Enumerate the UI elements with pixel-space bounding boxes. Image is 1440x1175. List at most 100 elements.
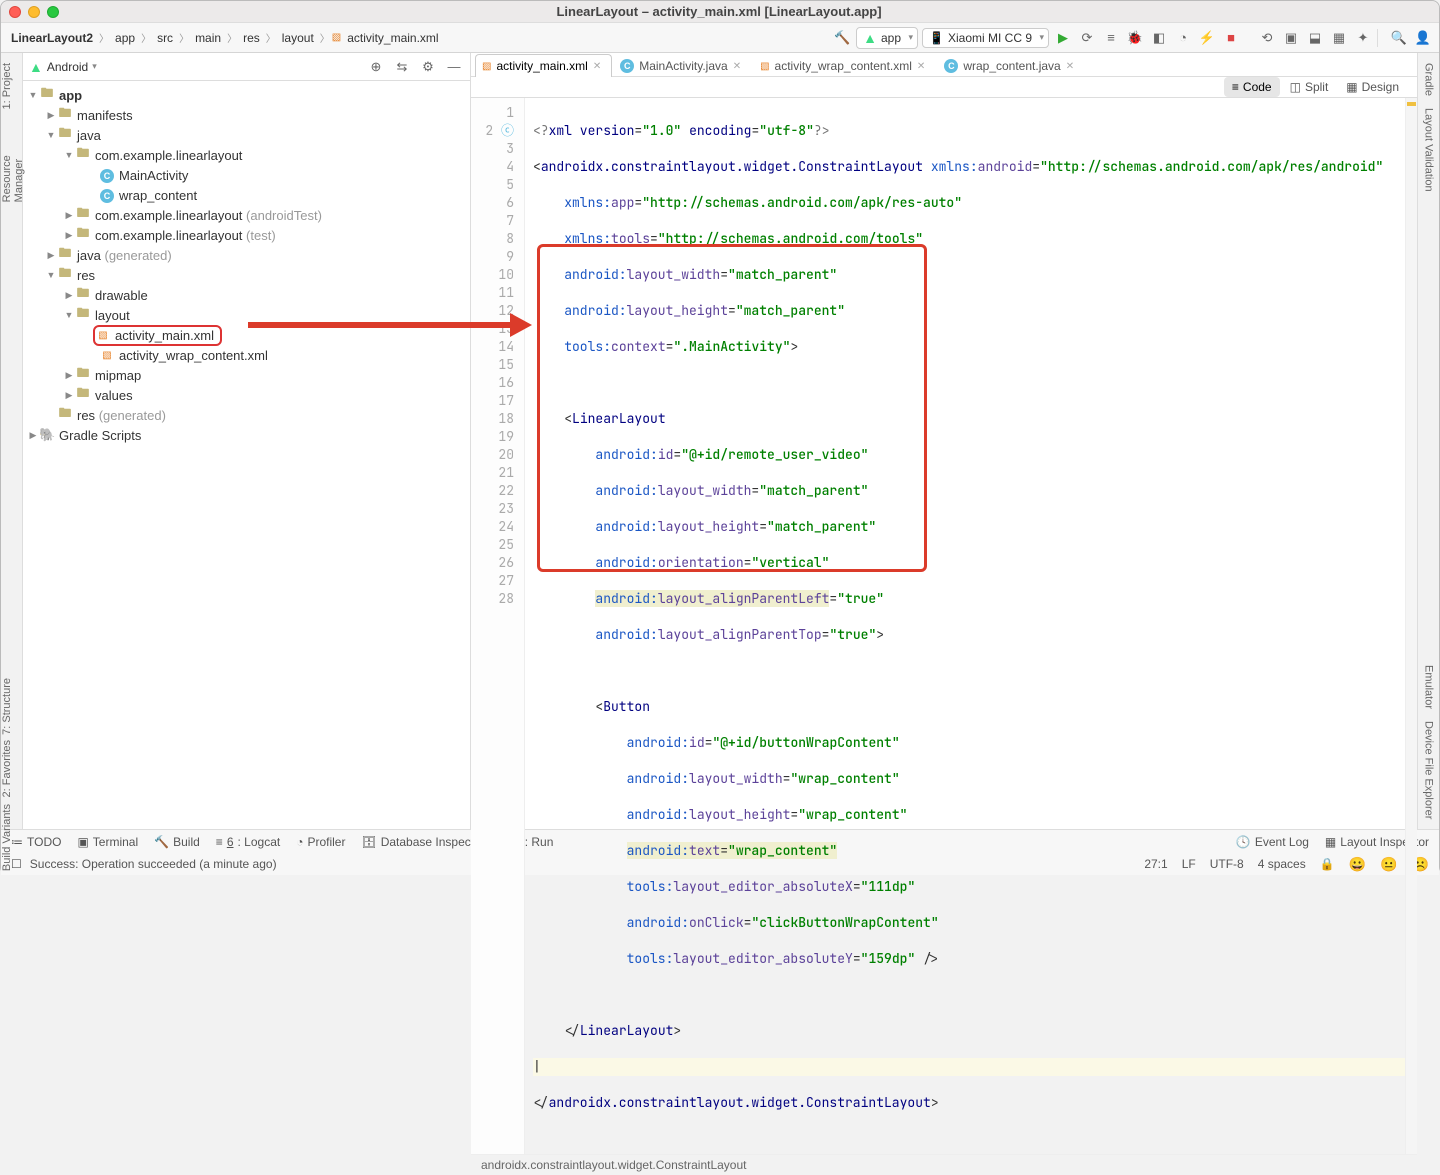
node-gradle-scripts[interactable]: Gradle Scripts bbox=[59, 428, 141, 443]
close-window-button[interactable] bbox=[9, 6, 21, 18]
profiler-icon[interactable]: ◔ bbox=[1173, 28, 1193, 48]
run-button[interactable]: ▶ bbox=[1053, 28, 1073, 48]
gear-icon[interactable]: ⚙ bbox=[418, 57, 438, 77]
hammer-build-icon[interactable]: 🔨 bbox=[832, 28, 852, 48]
editor-breadcrumb[interactable]: androidx.constraintlayout.widget.Constra… bbox=[471, 1154, 1417, 1175]
attach-debug-icon[interactable]: ⚡ bbox=[1197, 28, 1217, 48]
node-layout[interactable]: layout bbox=[95, 308, 130, 323]
xml-icon: ▧ bbox=[760, 61, 769, 72]
tab-wrapcontent-java[interactable]: Cwrap_content.java✕ bbox=[937, 54, 1085, 77]
rail-structure[interactable]: 7: Structure bbox=[1, 678, 13, 735]
crumb-app[interactable]: app bbox=[111, 29, 139, 47]
selected-file-highlight: ▧activity_main.xml bbox=[93, 325, 222, 346]
device-dropdown[interactable]: 📱Xiaomi MI CC 9 bbox=[922, 28, 1049, 48]
expand-icon[interactable]: ⇆ bbox=[392, 57, 412, 77]
rail-project[interactable]: 1: Project bbox=[1, 63, 13, 109]
tab-mainactivity[interactable]: CMainActivity.java✕ bbox=[613, 54, 752, 77]
tool-profiler[interactable]: ◔ Profiler bbox=[296, 835, 345, 849]
node-activity-main-xml[interactable]: activity_main.xml bbox=[115, 328, 214, 343]
crumb-main[interactable]: main bbox=[191, 29, 225, 47]
window-title: LinearLayout – activity_main.xml [Linear… bbox=[59, 4, 1379, 19]
close-icon[interactable]: ✕ bbox=[733, 61, 741, 72]
crumb-file[interactable]: activity_main.xml bbox=[343, 29, 442, 47]
assistant-icon[interactable]: ✦ bbox=[1353, 28, 1373, 48]
locate-icon[interactable]: ⊕ bbox=[366, 57, 386, 77]
window-titlebar: LinearLayout – activity_main.xml [Linear… bbox=[1, 1, 1439, 23]
rail-gradle[interactable]: Gradle bbox=[1423, 63, 1435, 96]
editor-tabs: ▧activity_main.xml✕ CMainActivity.java✕ … bbox=[471, 53, 1417, 77]
debug-button[interactable]: 🐞 bbox=[1125, 28, 1145, 48]
split-icon: ◫ bbox=[1290, 80, 1301, 94]
rail-resource-manager[interactable]: Resource Manager bbox=[1, 115, 25, 202]
search-icon[interactable]: 🔍 bbox=[1389, 28, 1409, 48]
rail-emulator[interactable]: Emulator bbox=[1423, 665, 1435, 709]
node-java-gen[interactable]: java (generated) bbox=[77, 248, 172, 263]
view-design-button[interactable]: ▦Design bbox=[1338, 77, 1407, 97]
node-wrapcontent-class[interactable]: wrap_content bbox=[119, 188, 197, 203]
xml-icon: ▧ bbox=[332, 32, 341, 43]
project-view-selector[interactable]: ▲ Android ▾ bbox=[29, 59, 97, 75]
resource-icon[interactable]: ▦ bbox=[1329, 28, 1349, 48]
node-pkg-test[interactable]: com.example.linearlayout (test) bbox=[95, 228, 276, 243]
sync-icon[interactable]: ⟲ bbox=[1257, 28, 1277, 48]
tab-activity-main[interactable]: ▧activity_main.xml✕ bbox=[475, 54, 612, 77]
node-pkg-androidtest[interactable]: com.example.linearlayout (androidTest) bbox=[95, 208, 322, 223]
stop-button[interactable]: ■ bbox=[1221, 28, 1241, 48]
tool-terminal[interactable]: ▣ Terminal bbox=[77, 835, 138, 849]
view-code-button[interactable]: ≡Code bbox=[1224, 77, 1280, 97]
node-values[interactable]: values bbox=[95, 388, 133, 403]
tool-dbinspector[interactable]: 🗄 Database Inspector bbox=[361, 835, 484, 849]
view-split-button[interactable]: ◫Split bbox=[1282, 77, 1337, 97]
avd-icon[interactable]: ▣ bbox=[1281, 28, 1301, 48]
node-drawable[interactable]: drawable bbox=[95, 288, 148, 303]
crumb-res[interactable]: res bbox=[239, 29, 264, 47]
java-icon: C bbox=[620, 59, 634, 73]
tool-todo[interactable]: ≔ TODO bbox=[11, 835, 61, 849]
android-icon: ▲ bbox=[29, 59, 43, 75]
annotation-arrow bbox=[248, 318, 532, 332]
node-activity-wrap-xml[interactable]: activity_wrap_content.xml bbox=[119, 348, 268, 363]
rail-device-file-explorer[interactable]: Device File Explorer bbox=[1423, 721, 1435, 819]
crumb-project[interactable]: LinearLayout2 bbox=[7, 29, 97, 47]
close-icon[interactable]: ✕ bbox=[1066, 61, 1074, 72]
right-tool-rail: Gradle Layout Validation Emulator Device… bbox=[1417, 53, 1439, 829]
node-mainactivity[interactable]: MainActivity bbox=[119, 168, 188, 183]
android-icon: ▲ bbox=[863, 30, 877, 46]
node-pkg-main[interactable]: com.example.linearlayout bbox=[95, 148, 242, 163]
xml-icon: ▧ bbox=[482, 61, 491, 72]
node-manifests[interactable]: manifests bbox=[77, 108, 133, 123]
apply-code-icon[interactable]: ≡ bbox=[1101, 28, 1121, 48]
tool-build[interactable]: 🔨 Build bbox=[154, 835, 200, 849]
node-mipmap[interactable]: mipmap bbox=[95, 368, 141, 383]
node-res-gen[interactable]: res (generated) bbox=[77, 408, 166, 423]
tab-activity-wrap[interactable]: ▧activity_wrap_content.xml✕ bbox=[753, 54, 936, 77]
minimize-window-button[interactable] bbox=[28, 6, 40, 18]
rail-build-variants[interactable]: Build Variants bbox=[1, 804, 13, 871]
node-java[interactable]: java bbox=[77, 128, 101, 143]
project-tool-window: ▲ Android ▾ ⊕ ⇆ ⚙ — ▼🖿app ▶🖿manifests ▼🖿… bbox=[23, 53, 471, 829]
node-res[interactable]: res bbox=[77, 268, 95, 283]
tool-logcat[interactable]: ≡ 6: Logcat bbox=[216, 835, 280, 849]
annotation-red-box bbox=[537, 244, 927, 572]
run-config-dropdown[interactable]: ▲app bbox=[856, 27, 918, 49]
sdk-icon[interactable]: ⬓ bbox=[1305, 28, 1325, 48]
maximize-window-button[interactable] bbox=[47, 6, 59, 18]
rail-layout-validation[interactable]: Layout Validation bbox=[1423, 108, 1435, 192]
rail-favorites[interactable]: 2: Favorites bbox=[1, 740, 13, 797]
line-gutter: 12 ⓒ345678910111213141516171819202122232… bbox=[471, 98, 525, 1154]
close-icon[interactable]: ✕ bbox=[917, 61, 925, 72]
navigation-toolbar: LinearLayout2〉 app〉 src〉 main〉 res〉 layo… bbox=[1, 23, 1439, 53]
crumb-src[interactable]: src bbox=[153, 29, 177, 47]
close-icon[interactable]: ✕ bbox=[593, 61, 601, 72]
crumb-layout[interactable]: layout bbox=[278, 29, 318, 47]
project-tree[interactable]: ▼🖿app ▶🖿manifests ▼🖿java ▼🖿com.example.l… bbox=[23, 81, 470, 829]
user-icon[interactable]: 👤 bbox=[1413, 28, 1433, 48]
code-editor[interactable]: 12 ⓒ345678910111213141516171819202122232… bbox=[471, 98, 1417, 1154]
phone-icon: 📱 bbox=[929, 31, 944, 45]
coverage-icon[interactable]: ◧ bbox=[1149, 28, 1169, 48]
node-app[interactable]: app bbox=[59, 88, 82, 103]
code-icon: ≡ bbox=[1232, 80, 1239, 94]
design-icon: ▦ bbox=[1346, 80, 1357, 94]
apply-changes-icon[interactable]: ⟳ bbox=[1077, 28, 1097, 48]
hide-icon[interactable]: — bbox=[444, 57, 464, 77]
